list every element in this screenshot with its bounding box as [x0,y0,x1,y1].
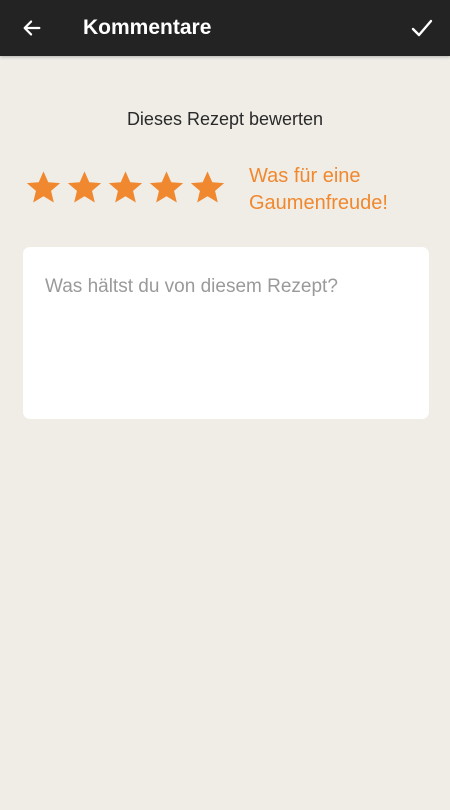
rating-heading: Dieses Rezept bewerten [126,109,324,129]
comments-screen: Kommentare Dieses Rezept bewerten Was fü… [0,0,450,810]
back-button[interactable] [14,10,50,46]
star-icon[interactable] [148,169,185,206]
star-icon[interactable] [107,169,144,206]
comment-input[interactable] [23,247,429,419]
confirm-button[interactable] [404,10,440,46]
star-icon[interactable] [189,169,226,206]
star-rating[interactable] [25,169,226,206]
check-icon [411,19,433,37]
rating-description: Was für eine Gaumenfreude! [249,165,388,214]
app-toolbar: Kommentare [0,0,450,56]
arrow-left-icon [23,20,41,36]
page-title: Kommentare [83,16,212,39]
star-icon[interactable] [66,169,103,206]
star-icon[interactable] [25,169,62,206]
